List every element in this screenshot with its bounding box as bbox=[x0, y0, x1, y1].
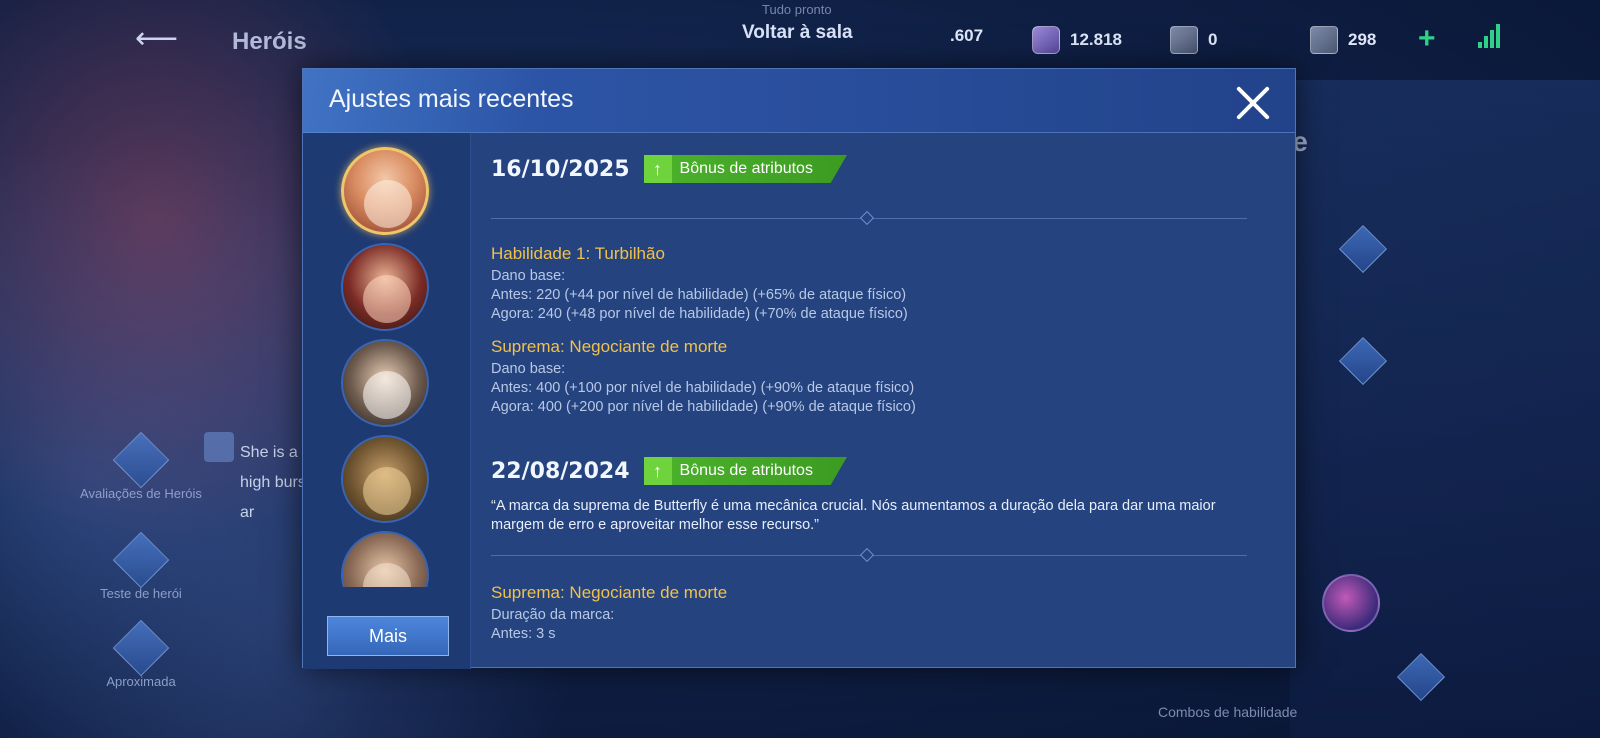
hero-portrait-icon bbox=[363, 563, 411, 587]
return-to-room-button[interactable]: Voltar à sala bbox=[742, 22, 853, 44]
divider bbox=[491, 210, 1247, 226]
currency-battle-points: .607 bbox=[950, 26, 983, 46]
dialog-title: Ajustes mais recentes bbox=[329, 85, 574, 113]
skill-detail-line: Agora: 400 (+200 por nível de habilidade… bbox=[491, 399, 916, 415]
hero-reviews-button[interactable]: Avaliações de Heróis bbox=[66, 431, 216, 501]
skill-detail-line: Dano base: bbox=[491, 268, 566, 284]
skill-title: Suprema: Negociante de morte bbox=[491, 583, 728, 602]
hero-avatar-5[interactable] bbox=[341, 531, 429, 587]
entry-date: 16/10/2025 bbox=[491, 156, 630, 182]
wifi-icon bbox=[1478, 24, 1500, 48]
entry-date: 22/08/2024 bbox=[491, 458, 630, 484]
hero-list-sidebar: Mais bbox=[303, 133, 471, 669]
currency-value: 0 bbox=[1208, 30, 1218, 49]
developer-quote: “A marca da suprema de Butterfly é uma m… bbox=[491, 498, 1216, 533]
fragment-icon bbox=[1310, 26, 1338, 54]
spell-icon[interactable] bbox=[1322, 574, 1380, 632]
skill-detail-line: Agora: 240 (+48 por nível de habilidade)… bbox=[491, 306, 908, 322]
close-button[interactable] bbox=[1233, 83, 1273, 123]
hero-portrait-icon bbox=[364, 180, 412, 228]
more-button[interactable]: Mais bbox=[327, 616, 449, 656]
dialog-header: Ajustes mais recentes bbox=[303, 69, 1295, 133]
hero-avatar-4[interactable] bbox=[341, 435, 429, 523]
currency-tickets: 0 bbox=[1170, 26, 1217, 54]
avatar-scroll-clip bbox=[303, 525, 471, 587]
currency-value: .607 bbox=[950, 26, 984, 45]
attribute-bonus-badge: ↑ Bônus de atributos bbox=[643, 155, 847, 183]
attribute-bonus-badge: ↑ Bônus de atributos bbox=[643, 457, 847, 485]
room-status-text: Tudo pronto bbox=[762, 2, 832, 17]
skill-detail-line: Dano base: bbox=[491, 361, 566, 377]
hero-avatar-1[interactable] bbox=[341, 147, 429, 235]
entry-header: 16/10/2025 ↑ Bônus de atributos bbox=[491, 155, 847, 183]
skill-title: Habilidade 1: Turbilhão bbox=[491, 244, 665, 263]
currency-value: 298 bbox=[1348, 30, 1377, 49]
back-arrow-icon[interactable]: ⟵ bbox=[135, 24, 205, 54]
reviews-icon bbox=[112, 431, 170, 489]
gamepad-icon bbox=[112, 531, 170, 589]
ticket-icon bbox=[1170, 26, 1198, 54]
skill-detail-line: Antes: 400 (+100 por nível de habilidade… bbox=[491, 380, 915, 396]
plus-icon[interactable]: + bbox=[1418, 22, 1436, 56]
skill-detail-line: Antes: 3 s bbox=[491, 626, 556, 642]
hero-portrait-icon bbox=[363, 275, 411, 323]
hero-avatar-2[interactable] bbox=[341, 243, 429, 331]
skill-detail-line: Antes: 220 (+44 por nível de habilidade)… bbox=[491, 287, 907, 303]
arrow-up-icon: ↑ bbox=[643, 457, 672, 485]
arrow-up-icon: ↑ bbox=[643, 155, 672, 183]
hero-portrait-icon bbox=[363, 371, 411, 419]
currency-diamonds: 12.818 bbox=[1032, 26, 1122, 54]
skill-detail-line: Duração da marca: bbox=[491, 607, 615, 623]
hero-portrait-icon bbox=[363, 467, 411, 515]
adjustments-content[interactable]: 16/10/2025 ↑ Bônus de atributos Habilida… bbox=[491, 133, 1261, 669]
skill-combos-label[interactable]: Combos de habilidade bbox=[1158, 704, 1297, 720]
skill-title: Suprema: Negociante de morte bbox=[491, 337, 728, 356]
hero-avatar-3[interactable] bbox=[341, 339, 429, 427]
hero-test-button[interactable]: Teste de herói bbox=[66, 531, 216, 601]
divider bbox=[491, 547, 1247, 563]
currency-value: 12.818 bbox=[1070, 30, 1122, 49]
recent-adjustments-dialog: Ajustes mais recentes Mais 16/10/2025 ↑ bbox=[302, 68, 1296, 669]
diamond-icon bbox=[1032, 26, 1060, 54]
zoom-button[interactable]: Aproximada bbox=[66, 619, 216, 689]
currency-fragments: 298 bbox=[1310, 26, 1376, 54]
entry-header: 22/08/2024 ↑ Bônus de atributos bbox=[491, 457, 847, 485]
zoom-icon bbox=[112, 619, 170, 677]
page-title: Heróis bbox=[232, 28, 307, 55]
right-panel-background bbox=[1290, 80, 1600, 738]
